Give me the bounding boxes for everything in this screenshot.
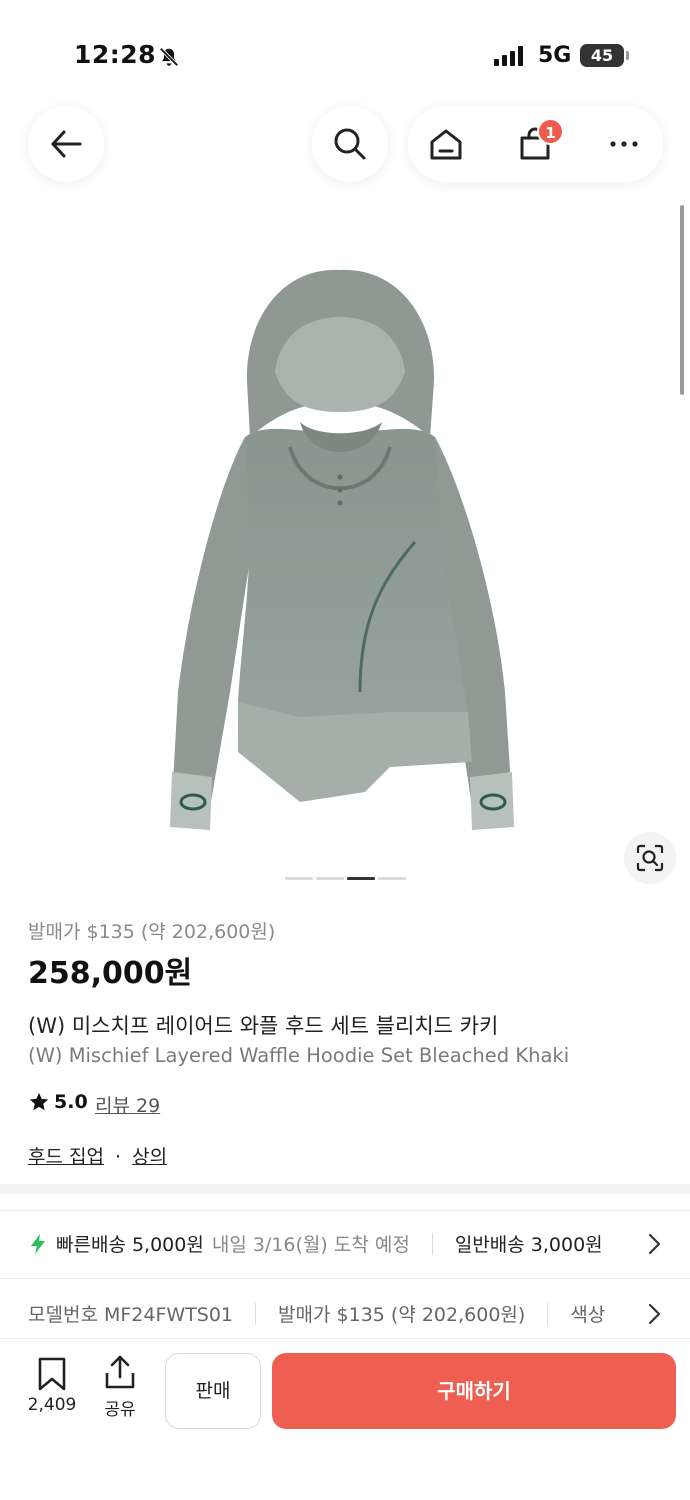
divider: [0, 1278, 690, 1279]
release-price: 발매가 $135 (약 202,600원): [28, 921, 276, 943]
product-image[interactable]: [150, 262, 530, 837]
product-name-ko: (W) 미스치프 레이어드 와플 후드 세트 블리치드 카키: [28, 1014, 499, 1038]
section-divider: [0, 1184, 690, 1194]
bookmark-count: 2,409: [27, 1395, 77, 1415]
product-name-en: (W) Mischief Layered Waffle Hoodie Set B…: [28, 1044, 570, 1067]
separator: [547, 1302, 549, 1325]
sell-button[interactable]: 판매: [165, 1353, 261, 1429]
network-type: 5G: [538, 43, 572, 68]
pagination-dot[interactable]: [378, 877, 406, 880]
scroll-indicator[interactable]: [680, 205, 684, 395]
back-arrow-icon: [51, 130, 82, 158]
category-separator: ·: [115, 1146, 122, 1168]
back-button[interactable]: [28, 106, 104, 182]
nav-pill-group: [408, 106, 663, 182]
category-top[interactable]: 상의: [132, 1146, 167, 1168]
pagination-dot-active[interactable]: [347, 877, 375, 880]
price: 258,000원: [28, 956, 193, 991]
battery-cap: [626, 51, 629, 60]
category-breadcrumb: 후드 집업 · 상의: [28, 1142, 167, 1169]
chevron-right-icon[interactable]: [648, 1232, 662, 1256]
bottom-action-bar: 2,409 공유 판매 구매하기: [0, 1338, 690, 1500]
pagination-dot[interactable]: [316, 877, 344, 880]
more-button[interactable]: [604, 124, 644, 164]
rating: 5.0: [28, 1091, 88, 1113]
home-button[interactable]: [426, 124, 466, 164]
image-search-button[interactable]: [624, 832, 676, 884]
cart-badge: 1: [537, 118, 564, 145]
shipping-options[interactable]: 빠른배송 5,000원 내일 3/16(월) 도착 예정 일반배송 3,000원: [28, 1230, 658, 1257]
release-info: 발매가 $135 (약 202,600원): [278, 1304, 526, 1326]
color-label: 색상: [570, 1304, 606, 1326]
model-number: 모델번호 MF24FWTS01: [28, 1304, 234, 1326]
fast-shipping-eta: 내일 3/16(월) 도착 예정: [211, 1234, 410, 1256]
lens-icon: [636, 844, 664, 872]
category-hood-zipup[interactable]: 후드 집업: [28, 1146, 104, 1168]
share-icon[interactable]: [104, 1355, 136, 1389]
divider: [0, 1210, 690, 1211]
image-pagination: [285, 877, 406, 880]
status-time: 12:28: [74, 40, 157, 69]
more-icon: [610, 141, 638, 147]
home-icon: [430, 129, 462, 160]
normal-shipping-label: 일반배송 3,000원: [454, 1234, 603, 1256]
status-bar: 12:28 5G 45: [0, 0, 690, 110]
bookmark-icon[interactable]: [36, 1357, 68, 1391]
buy-button[interactable]: 구매하기: [272, 1353, 676, 1429]
battery-level: 45: [580, 44, 624, 67]
chevron-right-icon[interactable]: [648, 1302, 662, 1326]
fade-overlay: [610, 1226, 650, 1262]
lightning-icon: [31, 1233, 45, 1254]
pagination-dot[interactable]: [285, 877, 313, 880]
signal-icon: [494, 46, 523, 66]
product-details-row[interactable]: 모델번호 MF24FWTS01 발매가 $135 (약 202,600원) 색상: [28, 1300, 638, 1327]
share-label: 공유: [104, 1400, 136, 1420]
rating-value: 5.0: [54, 1091, 88, 1113]
separator: [255, 1302, 257, 1325]
star-icon: [29, 1092, 49, 1111]
search-button[interactable]: [312, 106, 388, 182]
bell-slash-icon: [159, 47, 179, 67]
separator: [431, 1232, 433, 1255]
fast-shipping-label: 빠른배송 5,000원: [56, 1234, 204, 1256]
fade-overlay: [610, 1296, 650, 1332]
review-link[interactable]: 리뷰 29: [95, 1091, 160, 1118]
search-icon: [334, 128, 366, 160]
